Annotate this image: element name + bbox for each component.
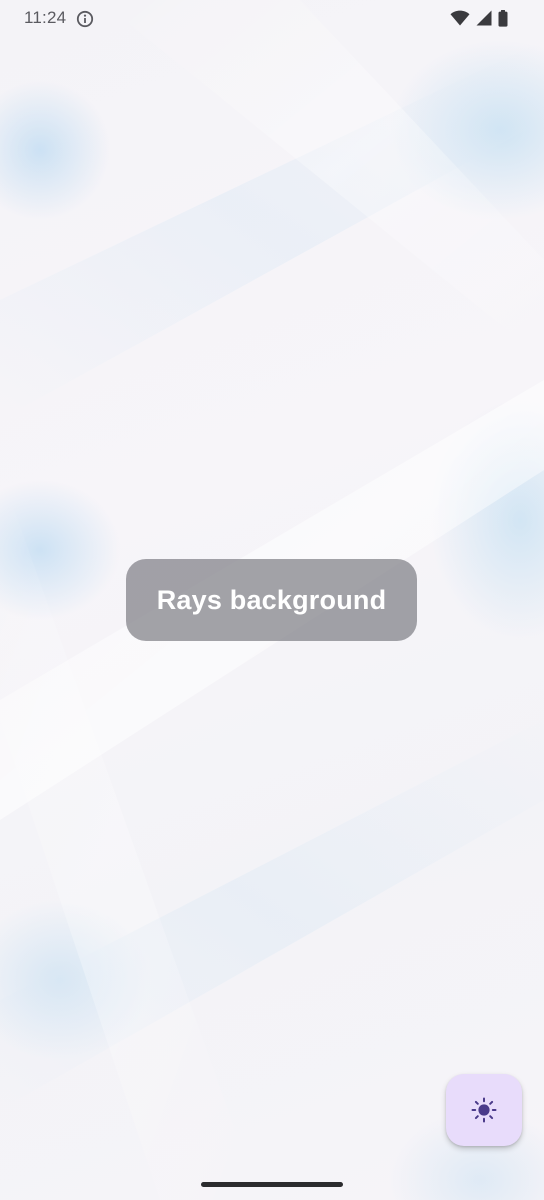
- status-bar: 11:24: [0, 0, 544, 36]
- battery-icon: [498, 9, 508, 27]
- status-icons: [450, 9, 508, 27]
- toast-message: Rays background: [156, 584, 387, 615]
- info-icon: [76, 10, 94, 28]
- status-time: 11:24: [24, 8, 67, 27]
- toast: Rays background: [126, 559, 417, 641]
- brightness-fab-button[interactable]: [446, 1074, 522, 1146]
- brightness-icon: [471, 1097, 497, 1123]
- gesture-navigation-bar[interactable]: [201, 1182, 343, 1187]
- rays-background-screen: 11:24 Rays background: [0, 0, 544, 1200]
- cellular-signal-icon: [476, 10, 492, 26]
- wifi-icon: [450, 10, 470, 26]
